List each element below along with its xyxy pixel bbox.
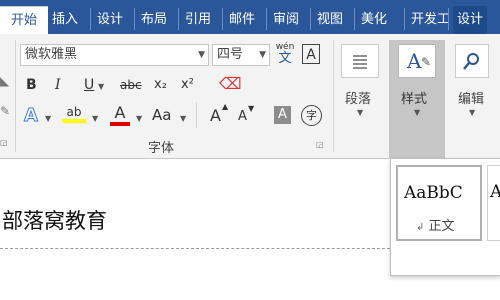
font-name-combo[interactable]: 微软雅黑 ▼ <box>20 44 209 66</box>
enclose-characters-button[interactable]: 字 <box>301 105 322 126</box>
tab-separator <box>134 8 135 30</box>
font-size-combo[interactable]: 四号 ▼ <box>212 44 270 66</box>
tab-mailings[interactable]: 邮件 <box>227 6 257 34</box>
highlight-label: ab <box>66 105 82 119</box>
phonetic-guide-button[interactable]: wén 文 <box>274 42 296 66</box>
style-sample: A <box>490 182 500 202</box>
editing-button[interactable] <box>455 44 489 78</box>
paragraph-button[interactable] <box>341 44 379 78</box>
font-color-bar <box>110 122 130 126</box>
group-divider <box>196 102 197 128</box>
paragraph-mark-icon: ↲ <box>416 222 425 233</box>
shrink-font-button[interactable]: A <box>238 109 247 124</box>
ribbon-tab-bar: 开始 插入 设计 布局 引用 邮件 审阅 视图 美化 开发工 设计 <box>0 0 500 35</box>
clipboard-edge-icon[interactable]: ◣ <box>0 74 9 88</box>
text-effects-button[interactable]: A <box>24 105 39 127</box>
styles-dropdown-icon: ▼ <box>414 108 421 117</box>
tab-view[interactable]: 视图 <box>315 6 345 34</box>
tab-developer[interactable]: 开发工 <box>409 6 449 34</box>
font-color-label: A <box>114 103 126 122</box>
text-effects-dropdown-icon[interactable]: ▼ <box>45 114 51 123</box>
clipboard-launcher-icon[interactable]: ◲ <box>0 138 8 147</box>
strikethrough-button[interactable]: abc <box>120 78 142 92</box>
underline-button[interactable]: U <box>84 77 94 93</box>
tab-separator <box>448 8 449 30</box>
tab-review[interactable]: 审阅 <box>271 6 301 34</box>
font-size-value: 四号 <box>217 47 244 62</box>
tab-insert[interactable]: 插入 <box>50 6 80 34</box>
tab-separator <box>354 8 355 30</box>
highlight-dropdown-icon[interactable]: ▼ <box>92 114 98 123</box>
text-boundary-line <box>0 248 390 249</box>
font-color-dropdown-icon[interactable]: ▼ <box>136 114 142 123</box>
underline-dropdown-icon[interactable]: ▼ <box>98 82 104 91</box>
style-name: ↲ 正文 <box>416 215 455 234</box>
subscript-button[interactable]: x₂ <box>154 77 167 92</box>
styles-icon: A <box>407 49 422 73</box>
tab-separator <box>90 8 91 30</box>
tab-separator <box>404 8 405 30</box>
styles-button[interactable]: A ✎ 样式 ▼ <box>389 40 445 158</box>
tab-separator <box>222 8 223 30</box>
style-sample: AaBbC <box>404 183 463 203</box>
change-case-dropdown-icon[interactable]: ▼ <box>180 114 186 123</box>
tab-beautify[interactable]: 美化 <box>359 6 399 34</box>
styles-icon-frame: A ✎ <box>398 44 436 78</box>
tab-separator <box>310 8 311 30</box>
grow-font-button[interactable]: A <box>210 106 221 125</box>
brush-icon: ✎ <box>421 55 432 69</box>
chevron-down-icon: ▼ <box>198 50 205 60</box>
paragraph-label: 段落 <box>345 92 372 107</box>
style-next-card[interactable]: A <box>487 165 500 241</box>
tab-design[interactable]: 设计 <box>95 6 125 34</box>
font-group-label: 字体 <box>148 141 175 156</box>
styles-label: 样式 <box>401 92 428 107</box>
phonetic-guide-bottom: 文 <box>278 51 292 66</box>
tab-separator <box>266 8 267 30</box>
document-text[interactable]: 部落窝教育 <box>2 205 107 235</box>
grow-caret-icon: ▲ <box>222 102 229 111</box>
tab-layout[interactable]: 布局 <box>139 6 169 34</box>
editing-dropdown-icon[interactable]: ▼ <box>469 108 475 117</box>
tab-references[interactable]: 引用 <box>183 6 213 34</box>
search-icon <box>463 53 479 70</box>
styles-gallery-panel: AaBbC ↲ 正文 A <box>390 158 500 276</box>
font-dialog-launcher-icon[interactable]: ◲ <box>316 140 324 149</box>
clear-formatting-icon[interactable]: ⌫ <box>219 74 242 93</box>
shrink-caret-icon: ▼ <box>248 104 255 113</box>
group-divider <box>15 40 16 152</box>
style-normal-card[interactable]: AaBbC ↲ 正文 <box>396 165 482 241</box>
tab-home[interactable]: 开始 <box>0 6 48 35</box>
font-name-value: 微软雅黑 <box>25 47 78 62</box>
tab-separator <box>178 8 179 30</box>
chevron-down-icon: ▼ <box>259 50 266 60</box>
align-lines-icon <box>353 55 367 69</box>
highlight-color-bar <box>62 119 86 123</box>
highlight-button[interactable]: ab <box>62 105 86 123</box>
superscript-button[interactable]: x² <box>181 77 194 92</box>
group-divider <box>333 40 334 152</box>
paragraph-dropdown-icon[interactable]: ▼ <box>357 108 363 117</box>
character-border-button[interactable]: A <box>302 44 320 64</box>
italic-button[interactable]: I <box>55 77 61 93</box>
format-painter-edge-icon[interactable]: ✎ <box>0 104 10 118</box>
change-case-button[interactable]: Aa <box>152 106 171 124</box>
style-name-label: 正文 <box>428 219 455 234</box>
bold-button[interactable]: B <box>26 77 37 93</box>
ribbon-home: ◣ ✎ ◲ 微软雅黑 ▼ 四号 ▼ wén 文 A B I U ▼ abc x₂… <box>0 34 500 159</box>
character-shading-button[interactable]: A <box>274 106 291 124</box>
font-color-button[interactable]: A <box>110 103 130 126</box>
tab-design-contextual[interactable]: 设计 <box>453 6 488 34</box>
editing-label: 编辑 <box>458 92 485 107</box>
